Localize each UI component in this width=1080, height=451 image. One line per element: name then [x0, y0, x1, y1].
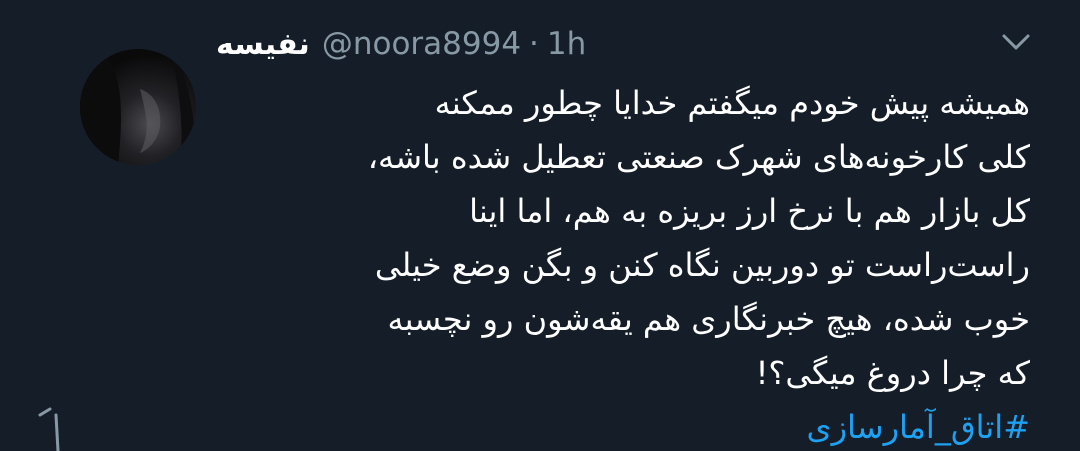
chevron-down-icon	[1002, 34, 1030, 50]
reply-icon[interactable]	[36, 405, 66, 451]
author-display-name[interactable]: نفیسه	[216, 27, 310, 62]
reply-arrow-fragment-icon	[38, 407, 60, 451]
tweet-text-line: کلی کارخونه‌های شهرک صنعتی تعطیل شده باش…	[367, 138, 1030, 176]
avatar[interactable]	[80, 49, 196, 165]
tweet-text-line: خوب شده، هیچ خبرنگاری هم یقه‌شون رو نچسب…	[387, 300, 1030, 338]
tweet-menu-button[interactable]	[998, 24, 1034, 60]
author-handle[interactable]: @noora8994	[322, 26, 521, 62]
tweet-text: همیشه پیش خودم میگفتم خدایا چطور ممکنه ک…	[210, 76, 1030, 451]
hashtag-link[interactable]: #اتاق_آمارسازی	[807, 408, 1030, 446]
tweet-header: نفیسه @noora8994 · 1h	[216, 22, 586, 66]
tweet-text-line: همیشه پیش خودم میگفتم خدایا چطور ممکنه	[434, 84, 1030, 122]
tweet-text-line: که چرا دروغ میگی؟!	[755, 354, 1030, 392]
tweet-text-line: راست‌راست تو دوربین نگاه کنن و بگن وضع خ…	[374, 246, 1030, 284]
tweet-timestamp[interactable]: 1h	[547, 26, 586, 62]
tweet-card[interactable]: نفیسه @noora8994 · 1h همیشه پیش خودم میگ…	[0, 0, 1080, 451]
separator-dot: ·	[529, 26, 539, 62]
avatar-image-icon	[80, 49, 196, 165]
tweet-text-line: کل بازار هم با نرخ ارز بریزه به هم، اما …	[469, 192, 1030, 230]
